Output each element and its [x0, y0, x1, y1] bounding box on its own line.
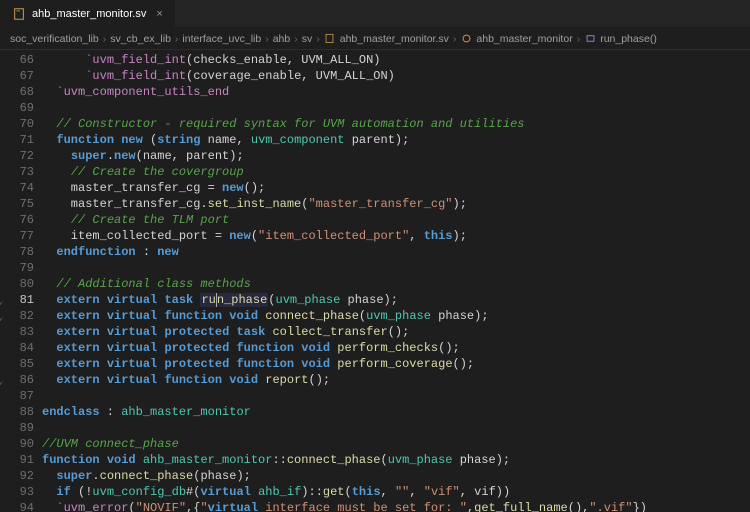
crumb[interactable]: run_phase() — [600, 33, 657, 45]
code-editor[interactable]: 66676869707172737475767778798081⌄82⌄8384… — [0, 50, 750, 512]
tab-bar: ahb_master_monitor.sv × — [0, 0, 750, 28]
line-number-gutter: 66676869707172737475767778798081⌄82⌄8384… — [0, 50, 42, 512]
code-area[interactable]: `uvm_field_int(checks_enable, UVM_ALL_ON… — [42, 50, 750, 512]
crumb[interactable]: ahb — [273, 33, 291, 45]
crumb[interactable]: ahb_master_monitor.sv — [340, 33, 449, 45]
tab-active[interactable]: ahb_master_monitor.sv × — [0, 0, 175, 27]
file-icon — [324, 33, 336, 45]
chevron-right-icon: › — [453, 33, 457, 45]
method-icon — [584, 33, 596, 45]
chevron-right-icon: › — [175, 33, 179, 45]
crumb[interactable]: sv_cb_ex_lib — [110, 33, 171, 45]
breadcrumb: soc_verification_lib› sv_cb_ex_lib› inte… — [0, 28, 750, 50]
chevron-right-icon: › — [294, 33, 298, 45]
chevron-right-icon: › — [316, 33, 320, 45]
file-icon — [12, 7, 26, 21]
chevron-right-icon: › — [265, 33, 269, 45]
tab-filename: ahb_master_monitor.sv — [32, 8, 146, 20]
crumb[interactable]: sv — [302, 33, 313, 45]
close-icon[interactable]: × — [156, 8, 162, 20]
crumb[interactable]: interface_uvc_lib — [182, 33, 261, 45]
class-icon — [460, 33, 472, 45]
crumb[interactable]: soc_verification_lib — [10, 33, 99, 45]
crumb[interactable]: ahb_master_monitor — [476, 33, 572, 45]
chevron-right-icon: › — [577, 33, 581, 45]
chevron-right-icon: › — [103, 33, 107, 45]
